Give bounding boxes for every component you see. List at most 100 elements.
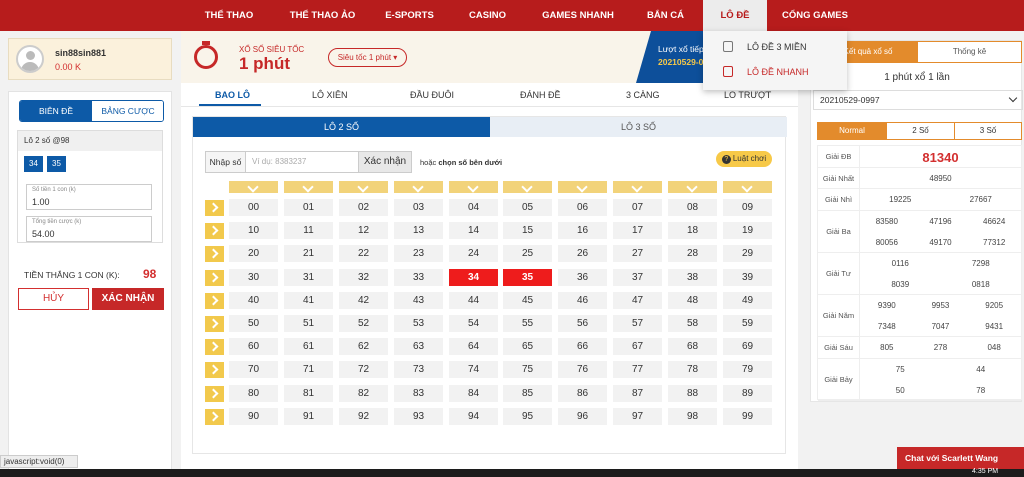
number-cell[interactable]: 21: [284, 245, 333, 263]
number-cell[interactable]: 87: [613, 384, 662, 402]
number-cell[interactable]: 01: [284, 199, 333, 216]
number-cell[interactable]: 35: [503, 268, 552, 286]
cancel-button[interactable]: HỦY: [18, 288, 89, 310]
number-cell[interactable]: 51: [284, 315, 333, 332]
rules-button[interactable]: ? Luật chơi: [716, 151, 772, 167]
number-cell[interactable]: 55: [503, 315, 552, 332]
number-cell[interactable]: 94: [449, 407, 498, 425]
number-cell[interactable]: 90: [229, 407, 278, 425]
number-cell[interactable]: 28: [668, 245, 717, 263]
number-cell[interactable]: 44: [449, 291, 498, 309]
number-cell[interactable]: 14: [449, 222, 498, 240]
number-cell[interactable]: 08: [668, 199, 717, 216]
number-cell[interactable]: 68: [668, 338, 717, 356]
number-cell[interactable]: 39: [723, 268, 772, 286]
number-cell[interactable]: 07: [613, 199, 662, 216]
number-cell[interactable]: 61: [284, 338, 333, 356]
number-cell[interactable]: 40: [229, 291, 278, 309]
number-cell[interactable]: 36: [558, 268, 607, 286]
number-cell[interactable]: 38: [668, 268, 717, 286]
mode-2-so[interactable]: 2 Số: [886, 123, 954, 139]
select-row-button[interactable]: [205, 385, 224, 402]
number-cell[interactable]: 74: [449, 361, 498, 379]
number-cell[interactable]: 83: [394, 384, 443, 402]
draw-select[interactable]: 20210529-0997: [813, 90, 1023, 110]
nav-casino[interactable]: CASINO: [460, 0, 515, 31]
select-row-button[interactable]: [205, 339, 224, 356]
number-cell[interactable]: 41: [284, 291, 333, 309]
number-cell[interactable]: 33: [394, 268, 443, 286]
number-cell[interactable]: 53: [394, 315, 443, 332]
tab-dau-duoi[interactable]: ĐẦU ĐUÔI: [410, 90, 454, 100]
number-cell[interactable]: 05: [503, 199, 552, 216]
number-cell[interactable]: 89: [723, 384, 772, 402]
number-cell[interactable]: 97: [613, 407, 662, 425]
number-cell[interactable]: 84: [449, 384, 498, 402]
total-stake-field[interactable]: Tổng tiền cược (k) 54.00: [26, 216, 152, 242]
number-cell[interactable]: 37: [613, 268, 662, 286]
number-cell[interactable]: 43: [394, 291, 443, 309]
select-column-button[interactable]: [503, 181, 552, 193]
number-cell[interactable]: 19: [723, 222, 772, 240]
number-input[interactable]: Ví dụ: 8383237: [252, 157, 306, 166]
select-row-button[interactable]: [205, 223, 224, 240]
number-cell[interactable]: 67: [613, 338, 662, 356]
number-cell[interactable]: 15: [503, 222, 552, 240]
number-cell[interactable]: 30: [229, 268, 278, 286]
select-row-button[interactable]: [205, 408, 224, 425]
tab-3-cang[interactable]: 3 CÀNG: [626, 90, 660, 100]
number-cell[interactable]: 80: [229, 384, 278, 402]
number-cell[interactable]: 50: [229, 315, 278, 332]
number-cell[interactable]: 96: [558, 407, 607, 425]
number-cell[interactable]: 23: [394, 245, 443, 263]
number-cell[interactable]: 12: [339, 222, 388, 240]
number-cell[interactable]: 58: [668, 315, 717, 332]
number-cell[interactable]: 65: [503, 338, 552, 356]
number-cell[interactable]: 86: [558, 384, 607, 402]
select-row-button[interactable]: [205, 292, 224, 309]
number-cell[interactable]: 57: [613, 315, 662, 332]
number-cell[interactable]: 46: [558, 291, 607, 309]
select-column-button[interactable]: [449, 181, 498, 193]
number-cell[interactable]: 93: [394, 407, 443, 425]
select-column-button[interactable]: [394, 181, 443, 193]
tab-thong-ke[interactable]: Thống kê: [918, 42, 1021, 62]
number-cell[interactable]: 17: [613, 222, 662, 240]
tab-bao-lo[interactable]: BAO LÔ: [215, 90, 250, 100]
mode-normal[interactable]: Normal: [818, 123, 886, 139]
number-cell[interactable]: 69: [723, 338, 772, 356]
number-cell[interactable]: 60: [229, 338, 278, 356]
number-cell[interactable]: 32: [339, 268, 388, 286]
nav-esports[interactable]: E-SPORTS: [377, 0, 442, 31]
tab-bang-cuoc[interactable]: BẢNG CƯỢC: [92, 101, 163, 121]
number-cell[interactable]: 88: [668, 384, 717, 402]
number-cell[interactable]: 13: [394, 222, 443, 240]
nav-cong-games[interactable]: CỔNG GAMES: [775, 0, 855, 31]
tab-lo-2-so[interactable]: LÔ 2 SỐ: [193, 117, 490, 137]
number-cell[interactable]: 92: [339, 407, 388, 425]
number-cell[interactable]: 49: [723, 291, 772, 309]
number-cell[interactable]: 77: [613, 361, 662, 379]
number-cell[interactable]: 22: [339, 245, 388, 263]
tab-bien-de[interactable]: BIÊN ĐỀ: [20, 101, 92, 121]
number-cell[interactable]: 31: [284, 268, 333, 286]
number-cell[interactable]: 11: [284, 222, 333, 240]
number-cell[interactable]: 76: [558, 361, 607, 379]
number-cell[interactable]: 10: [229, 222, 278, 240]
number-cell[interactable]: 48: [668, 291, 717, 309]
select-row-button[interactable]: [205, 362, 224, 379]
select-column-button[interactable]: [229, 181, 278, 193]
number-cell[interactable]: 72: [339, 361, 388, 379]
number-cell[interactable]: 18: [668, 222, 717, 240]
select-row-button[interactable]: [205, 246, 224, 263]
number-cell[interactable]: 29: [723, 245, 772, 263]
selected-number-chip[interactable]: 34: [24, 156, 43, 172]
chat-button[interactable]: Chat với Scarlett Wang: [897, 447, 1024, 469]
number-cell[interactable]: 00: [229, 199, 278, 216]
number-cell[interactable]: 06: [558, 199, 607, 216]
number-cell[interactable]: 04: [449, 199, 498, 216]
number-cell[interactable]: 91: [284, 407, 333, 425]
select-column-button[interactable]: [613, 181, 662, 193]
number-cell[interactable]: 09: [723, 199, 772, 216]
number-cell[interactable]: 42: [339, 291, 388, 309]
